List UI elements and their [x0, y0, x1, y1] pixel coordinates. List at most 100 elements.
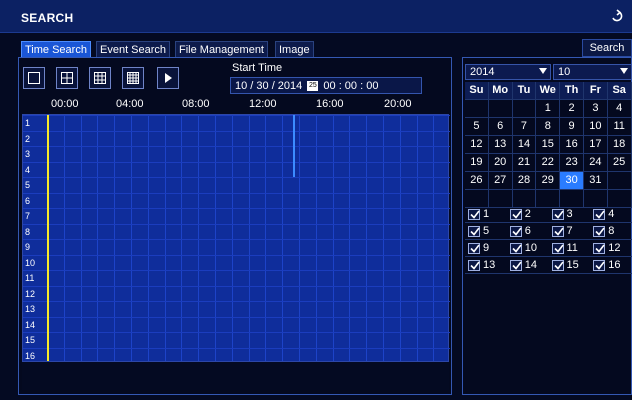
- channel-row[interactable]: 9: [23, 239, 450, 255]
- channel-row[interactable]: 7: [23, 208, 450, 224]
- channel-row[interactable]: 16: [23, 347, 450, 364]
- checkbox-box[interactable]: [468, 226, 480, 237]
- channel-checkbox[interactable]: 11: [549, 240, 591, 256]
- quad-view-button[interactable]: [56, 67, 78, 89]
- calendar-day[interactable]: 21: [512, 154, 537, 172]
- calendar-day[interactable]: 12: [465, 136, 489, 154]
- calendar-day[interactable]: 4: [607, 100, 632, 118]
- tab-image[interactable]: Image: [275, 41, 314, 58]
- calendar-day[interactable]: 18: [607, 136, 632, 154]
- calendar-day[interactable]: 26: [465, 172, 489, 190]
- channel-checkbox[interactable]: 4: [590, 206, 632, 222]
- channel-row[interactable]: 2: [23, 130, 450, 147]
- channel-row[interactable]: 5: [23, 177, 450, 193]
- checkbox-box[interactable]: [551, 260, 564, 271]
- channel-checkbox-label: 12: [608, 242, 621, 254]
- channel-row[interactable]: 6: [23, 192, 450, 209]
- calendar-day[interactable]: 3: [583, 100, 608, 118]
- channel-checkbox[interactable]: 8: [590, 223, 632, 239]
- calendar-day[interactable]: 7: [512, 118, 537, 136]
- calendar-day[interactable]: 17: [583, 136, 608, 154]
- checkbox-box[interactable]: [509, 260, 522, 271]
- channel-checkbox[interactable]: 16: [590, 257, 632, 273]
- channel-row[interactable]: 3: [23, 146, 450, 162]
- sixteen-view-button[interactable]: [122, 67, 144, 89]
- back-arrow-icon[interactable]: [608, 8, 624, 24]
- channel-checkbox[interactable]: 3: [549, 206, 591, 222]
- calendar-day[interactable]: 14: [512, 136, 537, 154]
- checkbox-box[interactable]: [509, 209, 522, 220]
- channel-row[interactable]: 14: [23, 316, 450, 333]
- channel-checkbox[interactable]: 14: [507, 257, 549, 273]
- single-view-button[interactable]: [23, 67, 45, 89]
- channel-row[interactable]: 4: [23, 161, 450, 178]
- channel-checkbox[interactable]: 10: [507, 240, 549, 256]
- checkbox-box[interactable]: [551, 209, 564, 220]
- checkbox-box[interactable]: [509, 226, 522, 237]
- channel-checkbox[interactable]: 7: [549, 223, 591, 239]
- channel-checkbox[interactable]: 5: [465, 223, 507, 239]
- channel-row[interactable]: 10: [23, 254, 450, 271]
- nine-view-button[interactable]: [89, 67, 111, 89]
- channel-checkbox[interactable]: 6: [507, 223, 549, 239]
- time-cursor[interactable]: [47, 115, 49, 361]
- tab-event-search[interactable]: Event Search: [96, 41, 171, 58]
- channel-row[interactable]: 11: [23, 270, 450, 286]
- channel-row[interactable]: 8: [23, 223, 450, 240]
- calendar-day[interactable]: 25: [607, 154, 632, 172]
- channel-checkbox[interactable]: 2: [507, 206, 549, 222]
- channel-checkbox[interactable]: 12: [590, 240, 632, 256]
- start-time-value[interactable]: 00 : 00 : 00: [323, 80, 378, 92]
- channel-row[interactable]: 13: [23, 301, 450, 317]
- calendar-day[interactable]: 29: [536, 172, 561, 190]
- recording-timeline-grid[interactable]: 16 15 14 13 12 11 10 9 8 7 6 5 4 3 2 1: [22, 114, 450, 364]
- calendar-day[interactable]: 1: [536, 100, 561, 118]
- checkbox-box[interactable]: [593, 260, 606, 271]
- channel-row[interactable]: 12: [23, 285, 450, 302]
- checkbox-box[interactable]: [593, 226, 606, 237]
- check-icon: [595, 261, 605, 270]
- channel-checkbox[interactable]: 13: [465, 257, 507, 273]
- calendar-day[interactable]: 13: [488, 136, 513, 154]
- calendar-day[interactable]: 6: [488, 118, 513, 136]
- channel-checkbox[interactable]: 9: [465, 240, 507, 256]
- calendar-day[interactable]: 9: [560, 118, 584, 136]
- channel-row[interactable]: 15: [23, 332, 450, 348]
- calendar-day[interactable]: 23: [560, 154, 584, 172]
- play-button[interactable]: [157, 67, 179, 89]
- checkbox-box[interactable]: [468, 243, 480, 254]
- calendar-day[interactable]: 27: [488, 172, 513, 190]
- calendar-day[interactable]: 16: [560, 136, 584, 154]
- calendar-day[interactable]: 2: [560, 100, 584, 118]
- start-date-value[interactable]: 10 / 30 / 2014: [235, 80, 302, 92]
- tab-time-search[interactable]: Time Search: [21, 41, 91, 58]
- calendar-day[interactable]: 19: [465, 154, 489, 172]
- month-select[interactable]: 10: [553, 64, 632, 80]
- search-button[interactable]: Search: [582, 39, 632, 57]
- tab-file-management[interactable]: File Management: [175, 41, 268, 58]
- checkbox-box[interactable]: [468, 260, 480, 271]
- checkbox-box[interactable]: [551, 226, 564, 237]
- year-select[interactable]: 2014: [465, 64, 551, 80]
- calendar-icon[interactable]: 25: [307, 81, 319, 92]
- calendar-day[interactable]: 30: [560, 172, 584, 190]
- calendar-day[interactable]: 22: [536, 154, 561, 172]
- checkbox-box[interactable]: [509, 243, 522, 254]
- start-time-field[interactable]: 10 / 30 / 2014 25 00 : 00 : 00: [230, 77, 422, 94]
- checkbox-box[interactable]: [468, 209, 480, 220]
- channel-row[interactable]: 1: [23, 115, 450, 131]
- calendar-day[interactable]: 5: [465, 118, 489, 136]
- channel-checkbox[interactable]: 1: [465, 206, 507, 222]
- calendar-day[interactable]: 11: [607, 118, 632, 136]
- checkbox-box[interactable]: [593, 243, 606, 254]
- calendar-day[interactable]: 10: [583, 118, 608, 136]
- channel-checkbox[interactable]: 15: [549, 257, 591, 273]
- calendar-day[interactable]: 20: [488, 154, 513, 172]
- checkbox-box[interactable]: [551, 243, 564, 254]
- checkbox-box[interactable]: [593, 209, 606, 220]
- calendar-day[interactable]: 15: [536, 136, 561, 154]
- calendar-day[interactable]: 24: [583, 154, 608, 172]
- calendar-day[interactable]: 8: [536, 118, 561, 136]
- calendar-day[interactable]: 28: [512, 172, 537, 190]
- calendar-day[interactable]: 31: [583, 172, 608, 190]
